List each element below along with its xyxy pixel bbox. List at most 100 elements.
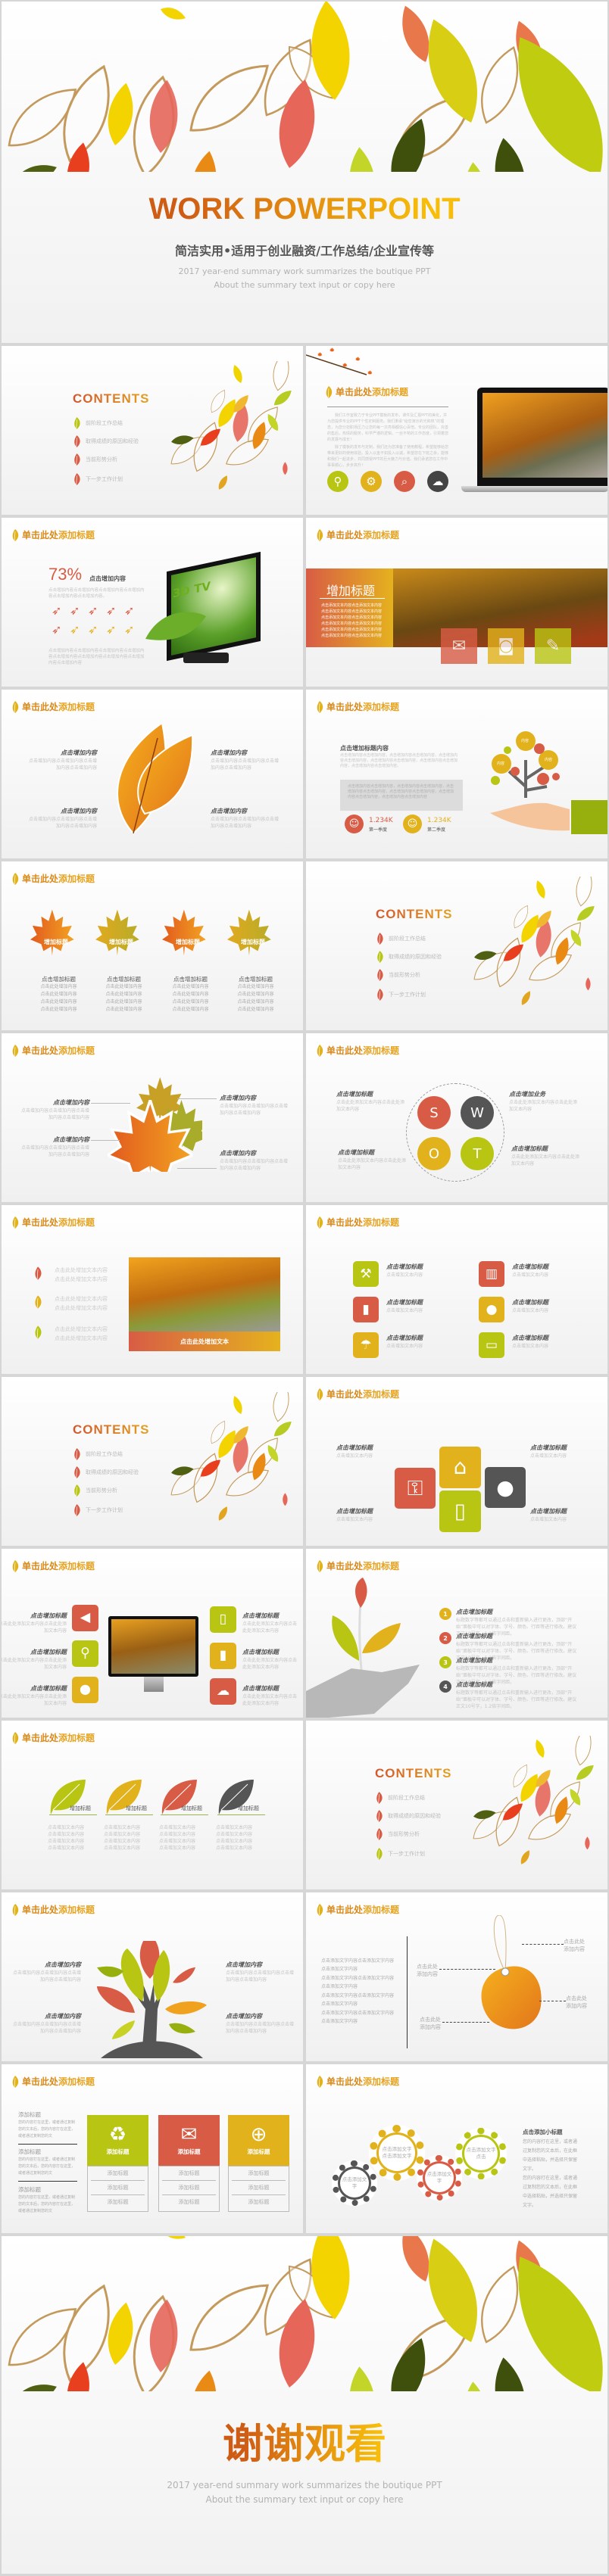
slide-percent-tv[interactable]: 单击此处 添加标题 73% 点击增加内容 点击增加内容点击增加内容点击增加内容点击增加内… <box>2 518 303 687</box>
feature-list-item[interactable]: 添加标题 <box>232 2166 286 2181</box>
gear-icon-button[interactable]: ⚙ <box>361 471 382 492</box>
contents-item[interactable]: 下一步工作计划 <box>73 1504 123 1516</box>
slide-contents-4[interactable]: CONTENTS 前阶段工作总结 取得成绩的原因和经验 当前形势分析 下一步工作计划 <box>306 1721 607 1889</box>
contents-item[interactable]: 当前形势分析 <box>375 1828 420 1840</box>
feature-card[interactable]: ⊕ 添加标题 添加标题 添加标题 添加标题 <box>228 2115 289 2212</box>
home-tile[interactable]: ⌂ <box>439 1447 481 1488</box>
slide-contents-2[interactable]: CONTENTS 前阶段工作总结 取得成绩的原因和经验 当前形势分析 下一步工作计划 <box>306 861 607 1030</box>
gear-green[interactable]: 点击添加文字点击 <box>455 2128 507 2179</box>
contents-item[interactable]: 取得成绩的原因和经验 <box>73 435 139 447</box>
contents-item[interactable]: 前阶段工作总结 <box>375 1792 425 1804</box>
slide-banner-photo[interactable]: 单击此处 添加标题 增加标题 点击添加文本内容点击添加文本内容 点击添加文本内容点击添加… <box>306 518 607 687</box>
slide-feature-cards[interactable]: 单击此处 添加标题 添加标题 您的内容打在这里，或者通过复制您的文本后，您的内容打在这… <box>2 2064 303 2233</box>
feature-card[interactable]: ♻ 添加标题 添加标题 添加标题 添加标题 <box>87 2115 148 2212</box>
feature-list-item[interactable]: 添加标题 <box>232 2181 286 2195</box>
slide-swot[interactable]: 单击此处 添加标题 S W O T 点击增加标题 点击此处添加文本内容点击此处添加文本内容 点击… <box>306 1033 607 1202</box>
contents-item[interactable]: 下一步工作计划 <box>376 989 426 1001</box>
feature-list-item[interactable]: 添加标题 <box>232 2195 286 2210</box>
feature-list-item[interactable]: 添加标题 <box>91 2166 145 2181</box>
slide-monitor-icons[interactable]: 单击此处 添加标题 ◀ ⚲ ● ▯ ▮ ☁ 点击增加标题 点击此处添加文本内容点击此处添加文本内容… <box>2 1549 303 1718</box>
chat-tile[interactable]: ● <box>479 1297 504 1322</box>
gear-dark[interactable]: 点击添加文字 <box>332 2160 377 2206</box>
slide-title[interactable]: 单击此处 添加标题 <box>315 1044 399 1057</box>
usb-tile[interactable]: ▮ <box>353 1297 379 1322</box>
feature-list-item[interactable]: 添加标题 <box>162 2166 216 2181</box>
contents-item[interactable]: 前阶段工作总结 <box>73 417 123 429</box>
swot-w[interactable]: W <box>461 1096 494 1129</box>
slide-hand-tree[interactable]: 单击此处 添加标题 点击增加内容 点击增加内容点击增加内容点击增加内容点击增加内容 点击… <box>2 1892 303 2061</box>
feature-card[interactable]: ✉ 添加标题 添加标题 添加标题 添加标题 <box>158 2115 220 2212</box>
cloud-icon-button[interactable]: ☁ <box>427 471 448 492</box>
slide-title[interactable]: 单击此处 添加标题 <box>315 1388 399 1400</box>
slide-tile-cluster[interactable]: 单击此处 添加标题 ⚿ ⌂ ▯ ● 点击增加标题 点击增加文本内容 点击增加标题 点击增加文本内容… <box>306 1377 607 1546</box>
contents-item[interactable]: 前阶段工作总结 <box>73 1448 123 1460</box>
slide-contents-3[interactable]: CONTENTS 前阶段工作总结 取得成绩的原因和经验 当前形势分析 下一步工作计划 <box>2 1377 303 1546</box>
contents-item[interactable]: 下一步工作计划 <box>73 473 123 485</box>
monitor-tile[interactable]: ▭ <box>479 1332 504 1358</box>
umbrella-tile[interactable]: ☂ <box>353 1332 379 1358</box>
feature-list-item[interactable]: 添加标题 <box>162 2195 216 2210</box>
gear-red[interactable]: 点击添加文字 <box>417 2155 462 2201</box>
lock-tile[interactable]: ⚿ <box>395 1468 436 1509</box>
location-icon-button[interactable]: ⚲ <box>327 471 348 492</box>
slide-title[interactable]: 单击此处 添加标题 <box>11 1903 95 1916</box>
slide-title[interactable]: 单击此处 添加标题 <box>315 1216 399 1229</box>
slide-intro-laptop[interactable]: 单击此处 添加标题 我们工作室致力于专业PPT模板的发布，课件及汇报PPT的美化，… <box>306 346 607 515</box>
contents-item[interactable]: 当前形势分析 <box>73 1484 117 1497</box>
speaker-tile[interactable]: ◀ <box>72 1605 98 1631</box>
contents-item[interactable]: 取得成绩的原因和经验 <box>375 1810 441 1822</box>
slide-title[interactable]: 单击此处 添加标题 <box>11 1216 95 1229</box>
slide-title[interactable]: 单击此处 添加标题 <box>11 2075 95 2088</box>
slide-maple-callouts[interactable]: 单击此处 添加标题 点击增加内容 点击增加内容点击增加内容点击增加内容点击增加内容点… <box>2 1033 303 1202</box>
thanks-slide[interactable]: 谢谢观看 2017 year-end summary work summariz… <box>2 2236 607 2574</box>
search-tile[interactable]: ⚲ <box>72 1640 98 1667</box>
contents-item[interactable]: 取得成绩的原因和经验 <box>376 951 442 963</box>
feature-list-item[interactable]: 添加标题 <box>91 2195 145 2210</box>
feature-list-item[interactable]: 添加标题 <box>162 2181 216 2195</box>
slide-title[interactable]: 单击此处 添加标题 <box>11 700 95 713</box>
bar-chart-tile[interactable]: ▥ <box>479 1261 504 1287</box>
search-icon-button[interactable]: ⌕ <box>394 471 415 492</box>
slide-leaf-four-points[interactable]: 单击此处 添加标题 点击增加内容 点击增加内容点击增加内容点击增加内容点击增加内容 点击… <box>2 690 303 858</box>
slide-leaf-titles[interactable]: 单击此处 添加标题 增加标题 点击增加文本内容 点击增加文本内容 点击增加文本内容 点击增加… <box>2 1721 303 1889</box>
slide-maple-titles[interactable]: 单击此处 添加标题 增加标题 点击增加标题 点击此处增加内容 点击此处增加内容 点击此处增加… <box>2 861 303 1030</box>
phone-tile[interactable]: ▯ <box>439 1490 481 1532</box>
slide-title[interactable]: 单击此处 添加标题 <box>11 872 95 885</box>
contents-item[interactable]: 取得成绩的原因和经验 <box>73 1466 139 1478</box>
tablet-tile[interactable]: ▯ <box>210 1606 236 1633</box>
slide-title[interactable]: 单击此处 添加标题 <box>11 1044 95 1057</box>
slide-title[interactable]: 单击此处 添加标题 <box>11 528 95 541</box>
contents-item[interactable]: 前阶段工作总结 <box>376 933 426 945</box>
slide-gears[interactable]: 单击此处 添加标题 点击添加文字 点击添加文字点击添加文字 点击添加文字 点击添加文字点击… <box>306 2064 607 2233</box>
swot-o[interactable]: O <box>417 1137 451 1170</box>
mail-button[interactable]: ✉ <box>441 628 477 664</box>
slide-title[interactable]: 单击此处 添加标题 <box>315 1559 399 1572</box>
slide-photo-bullets[interactable]: 单击此处 添加标题 点击此处增加文本内容 点击此处增加文本内容 点击此处增加文本内容 点击… <box>2 1205 303 1374</box>
slide-hanging-tag[interactable]: 单击此处 添加标题 点击添加文字内容点击添加文字内容点击添加文字内容 点击添加文字内容… <box>306 1892 607 2061</box>
slide-contents-1[interactable]: CONTENTS 前阶段工作总结 取得成绩的原因和经验 当前形势分析 下一步工作计划 <box>2 346 303 515</box>
cloud-download-tile[interactable]: ☁ <box>210 1678 236 1705</box>
slide-title[interactable]: 单击此处 添加标题 <box>324 385 408 398</box>
slide-tree-stats[interactable]: 单击此处 添加标题 点击增加标题内容 点击增加内容点击增加内容，点击增加内容点击增加内… <box>306 690 607 858</box>
swot-t[interactable]: T <box>461 1137 494 1170</box>
slide-title[interactable]: 单击此处 添加标题 <box>315 1903 399 1916</box>
camera-button[interactable]: ◙ <box>488 628 524 664</box>
slide-title[interactable]: 单击此处 添加标题 <box>315 528 399 541</box>
slide-title[interactable]: 单击此处 添加标题 <box>315 700 399 713</box>
chat-tile[interactable]: ● <box>72 1677 98 1703</box>
cover-slide[interactable]: WORK POWERPOINT 简洁实用•适用于创业融资/工作总结/企业宣传等 … <box>2 2 607 343</box>
mobile-tile[interactable]: ▮ <box>210 1643 236 1669</box>
slide-title[interactable]: 单击此处 添加标题 <box>11 1731 95 1744</box>
contents-item[interactable]: 当前形势分析 <box>376 969 420 981</box>
slide-icon-grid[interactable]: 单击此处 添加标题 ⚒ 点击增加标题 点击增加文本内容 ▮ 点击增加标题 点击增加文本内容 ☂ 点… <box>306 1205 607 1374</box>
wrench-tile[interactable]: ⚒ <box>353 1261 379 1287</box>
slide-sprout-steps[interactable]: 单击此处 添加标题 1 点击增加标题 标题数字等都可以通过点击和重新输入进行更改，顶部“… <box>306 1549 607 1718</box>
swot-s[interactable]: S <box>417 1096 451 1129</box>
slide-title[interactable]: 单击此处 添加标题 <box>11 1559 95 1572</box>
contents-item[interactable]: 当前形势分析 <box>73 453 117 466</box>
feature-list-item[interactable]: 添加标题 <box>91 2181 145 2195</box>
contents-item[interactable]: 下一步工作计划 <box>375 1848 425 1860</box>
chat-tile[interactable]: ● <box>485 1467 526 1508</box>
pencil-button[interactable]: ✎ <box>535 628 571 664</box>
slide-title[interactable]: 单击此处 添加标题 <box>315 2075 399 2088</box>
